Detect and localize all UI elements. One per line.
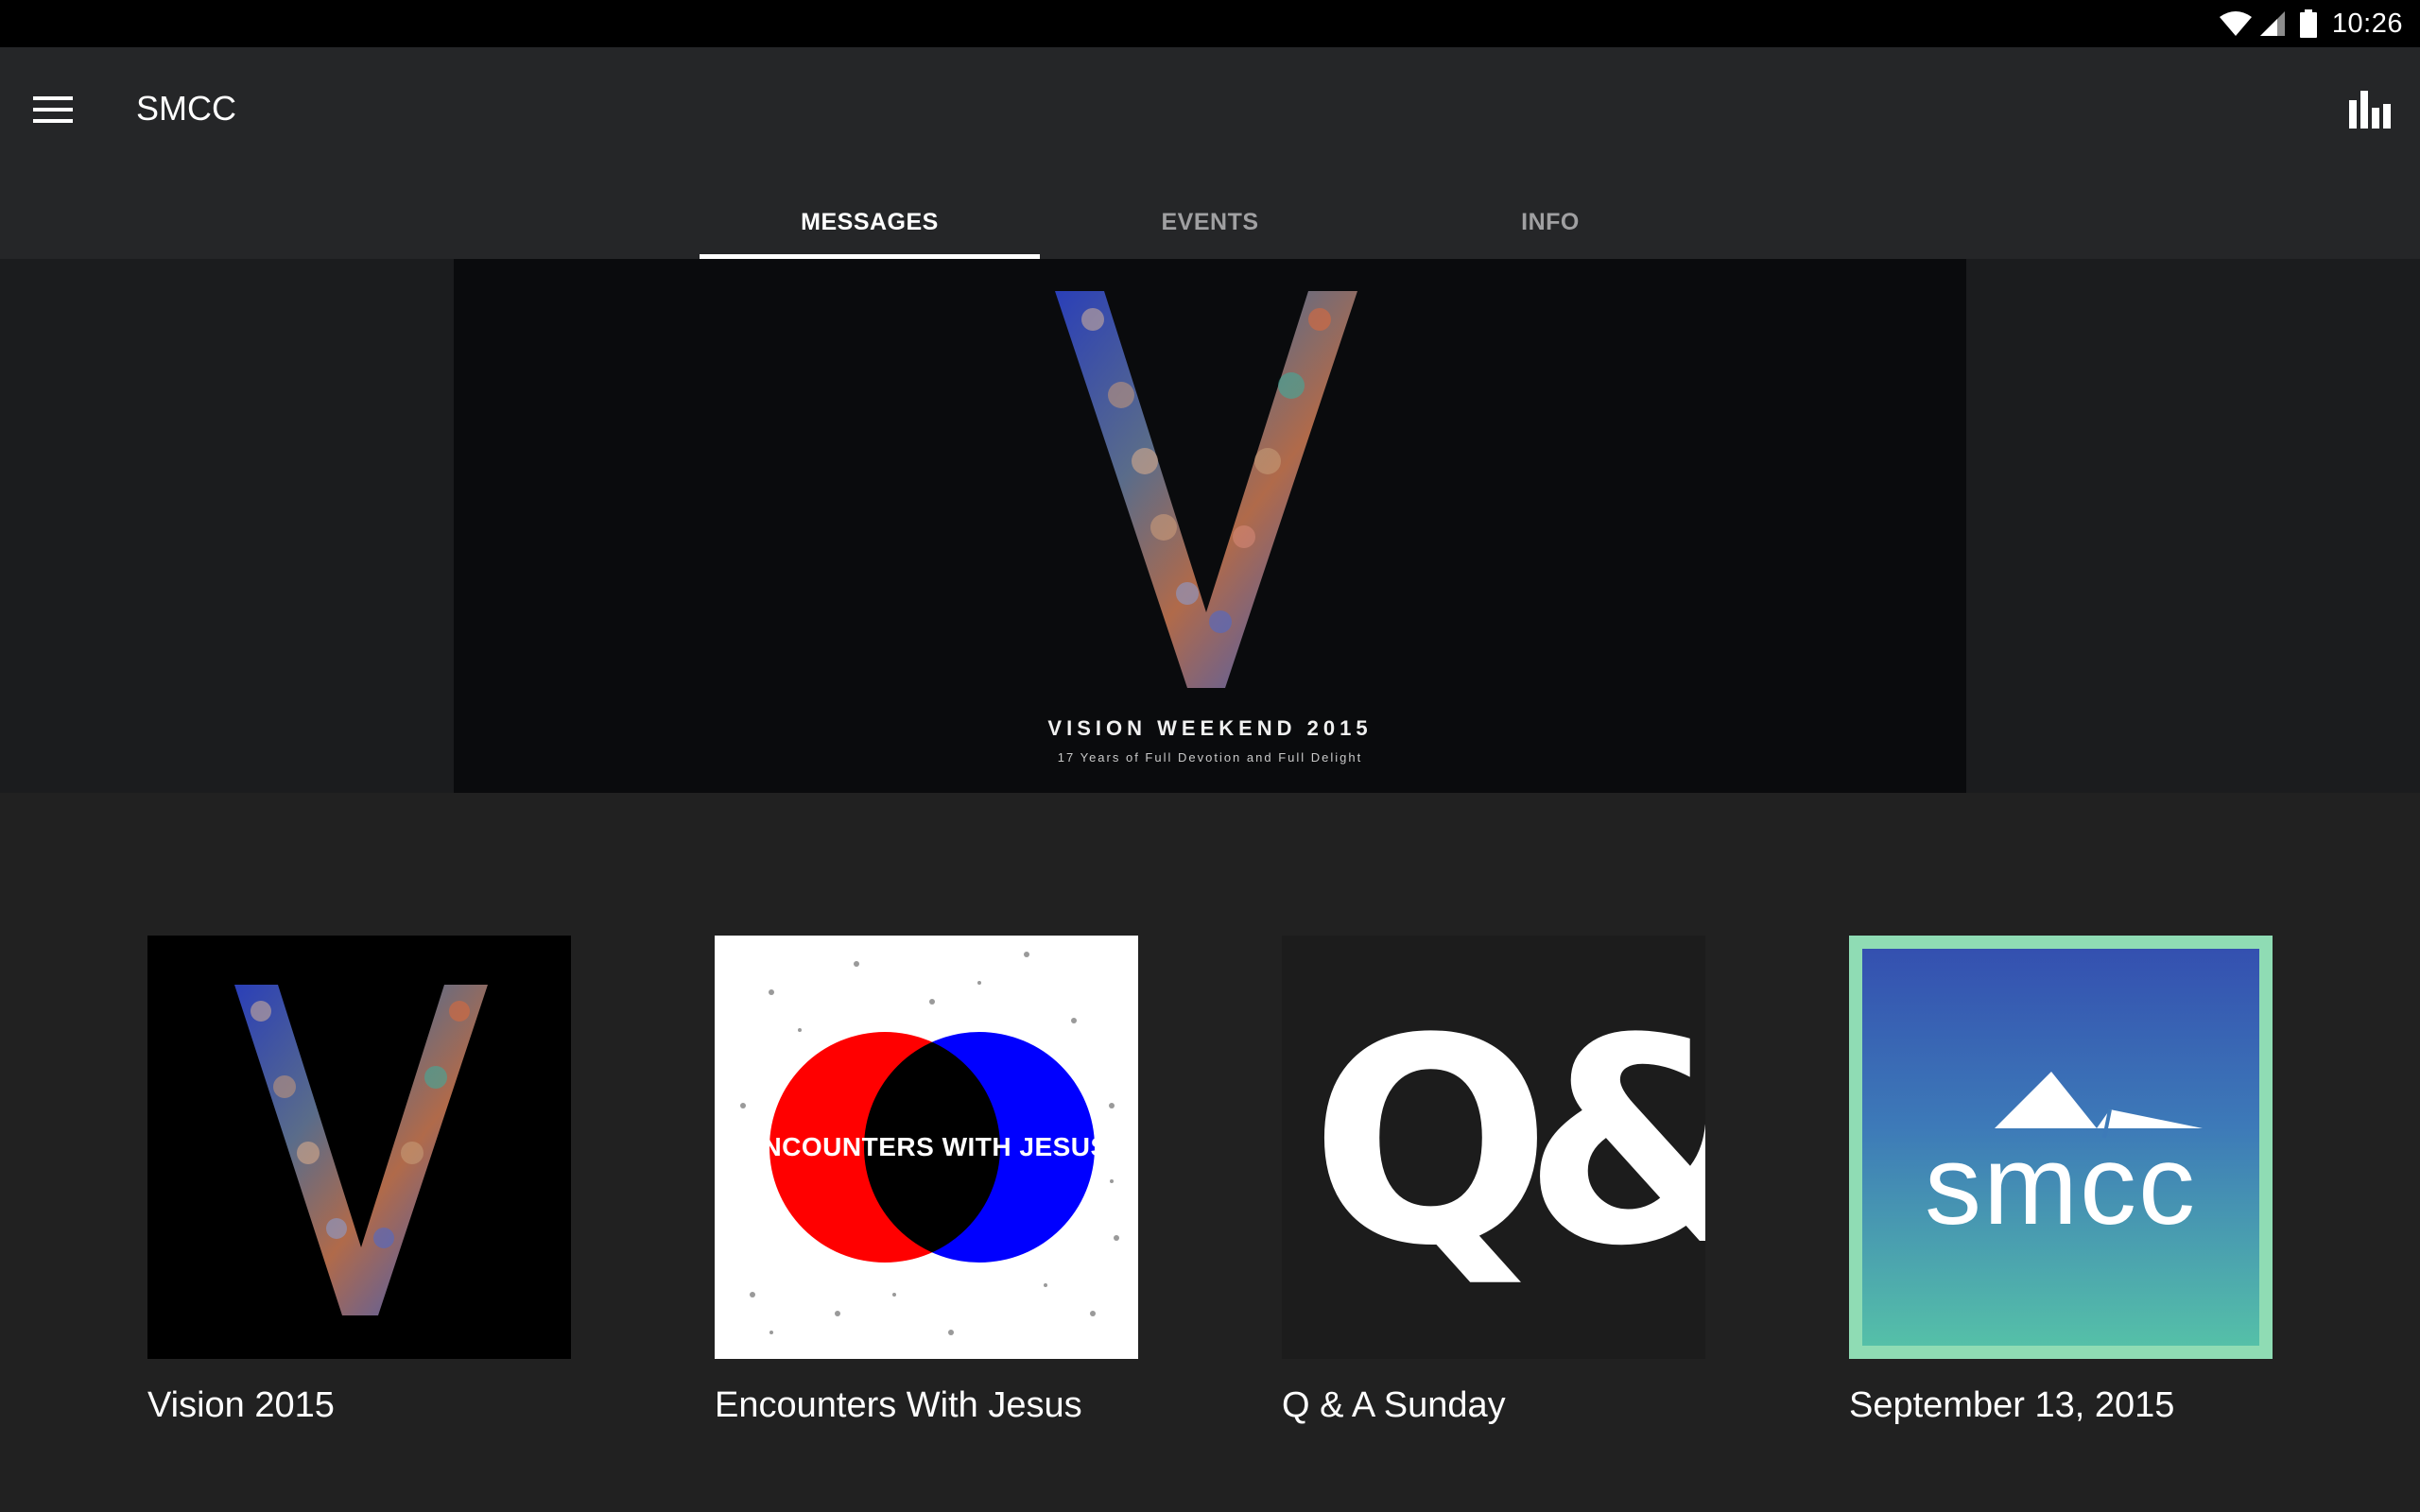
banner-title: VISION WEEKEND 2015: [1047, 716, 1373, 740]
featured-banner-strip: VISION WEEKEND 2015 17 Years of Full Dev…: [0, 259, 2420, 793]
battery-icon: [2299, 9, 2317, 38]
tab-messages[interactable]: MESSAGES: [700, 185, 1040, 259]
tab-bar: MESSAGES EVENTS INFO: [700, 185, 1720, 259]
app-bar: SMCC MESSAGES EVENTS INFO: [0, 47, 2420, 259]
cell-signal-icon: [2258, 9, 2287, 38]
bar-chart-icon: [2349, 90, 2393, 133]
smcc-logo-text: smcc: [1925, 1122, 2197, 1248]
encounters-art-text: ENCOUNTERS WITH JESUS: [744, 1132, 1109, 1161]
series-card-september-13-2015[interactable]: smcc September 13, 2015: [1849, 936, 2273, 1426]
q-and-a-art-text: Q&A: [1310, 978, 1705, 1308]
series-card-label: September 13, 2015: [1849, 1385, 2175, 1425]
menu-button[interactable]: [23, 81, 83, 142]
smcc-logo-panel: smcc: [1862, 949, 2259, 1346]
banner-subtitle: 17 Years of Full Devotion and Full Delig…: [1057, 750, 1363, 765]
status-bar: 10:26: [0, 0, 2420, 47]
series-grid: Vision 2015 ENCOUNTERS WITH JESUS Encoun…: [147, 936, 2273, 1426]
tab-info[interactable]: INFO: [1380, 185, 1720, 259]
app-title: SMCC: [136, 89, 236, 128]
status-icons: 10:26: [2219, 0, 2420, 47]
vision-v-logo: [1055, 291, 1367, 693]
q-and-a-sunday-thumbnail: Q&A: [1282, 936, 1705, 1359]
vision-2015-thumbnail: [147, 936, 571, 1359]
series-card-vision-2015[interactable]: Vision 2015: [147, 936, 571, 1426]
encounters-with-jesus-thumbnail: ENCOUNTERS WITH JESUS: [715, 936, 1138, 1359]
series-card-label: Vision 2015: [147, 1385, 335, 1425]
september-13-2015-thumbnail: smcc: [1849, 936, 2273, 1359]
status-clock: 10:26: [2331, 8, 2403, 39]
featured-banner[interactable]: VISION WEEKEND 2015 17 Years of Full Dev…: [454, 259, 1966, 793]
hamburger-menu-icon: [33, 95, 73, 128]
series-card-label: Q & A Sunday: [1282, 1385, 1506, 1425]
wifi-icon: [2219, 9, 2253, 38]
tab-events[interactable]: EVENTS: [1040, 185, 1380, 259]
series-card-q-and-a-sunday[interactable]: Q&A Q & A Sunday: [1282, 936, 1705, 1426]
series-card-encounters-with-jesus[interactable]: ENCOUNTERS WITH JESUS Encounters With Je…: [715, 936, 1138, 1426]
series-card-label: Encounters With Jesus: [715, 1385, 1082, 1425]
stats-button[interactable]: [2341, 81, 2401, 142]
